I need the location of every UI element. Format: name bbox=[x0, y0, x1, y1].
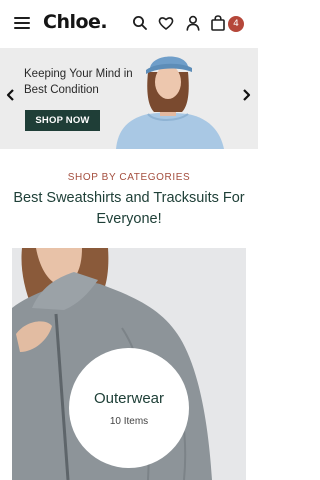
site-logo[interactable]: Chloe. bbox=[43, 11, 108, 33]
chevron-right-icon[interactable] bbox=[239, 88, 253, 102]
user-icon[interactable] bbox=[184, 14, 202, 32]
cart-icon[interactable] bbox=[209, 14, 227, 32]
category-count: 10 Items bbox=[109, 416, 149, 427]
category-card-outerwear[interactable]: Outerwear 10 Items bbox=[12, 248, 246, 480]
section-headline: Best Sweatshirts and Tracksuits For Ever… bbox=[13, 190, 245, 227]
heart-icon[interactable] bbox=[157, 14, 175, 32]
hero-text: Keeping Your Mind in Best Condition bbox=[24, 68, 133, 96]
site-header: Chloe. 4 bbox=[0, 0, 258, 48]
section-kicker: SHOP BY CATEGORIES bbox=[67, 172, 191, 183]
hero-model-image bbox=[116, 56, 224, 149]
cart-count-badge: 4 bbox=[228, 16, 244, 32]
chevron-left-icon[interactable] bbox=[4, 88, 18, 102]
search-icon[interactable] bbox=[131, 14, 149, 32]
category-label-circle: Outerwear 10 Items bbox=[69, 348, 189, 468]
shop-now-button[interactable]: SHOP NOW bbox=[25, 110, 100, 131]
hero-banner: Keeping Your Mind in Best Condition SHOP… bbox=[0, 48, 258, 149]
category-title: Outerwear bbox=[93, 390, 165, 407]
menu-icon[interactable] bbox=[14, 17, 30, 29]
